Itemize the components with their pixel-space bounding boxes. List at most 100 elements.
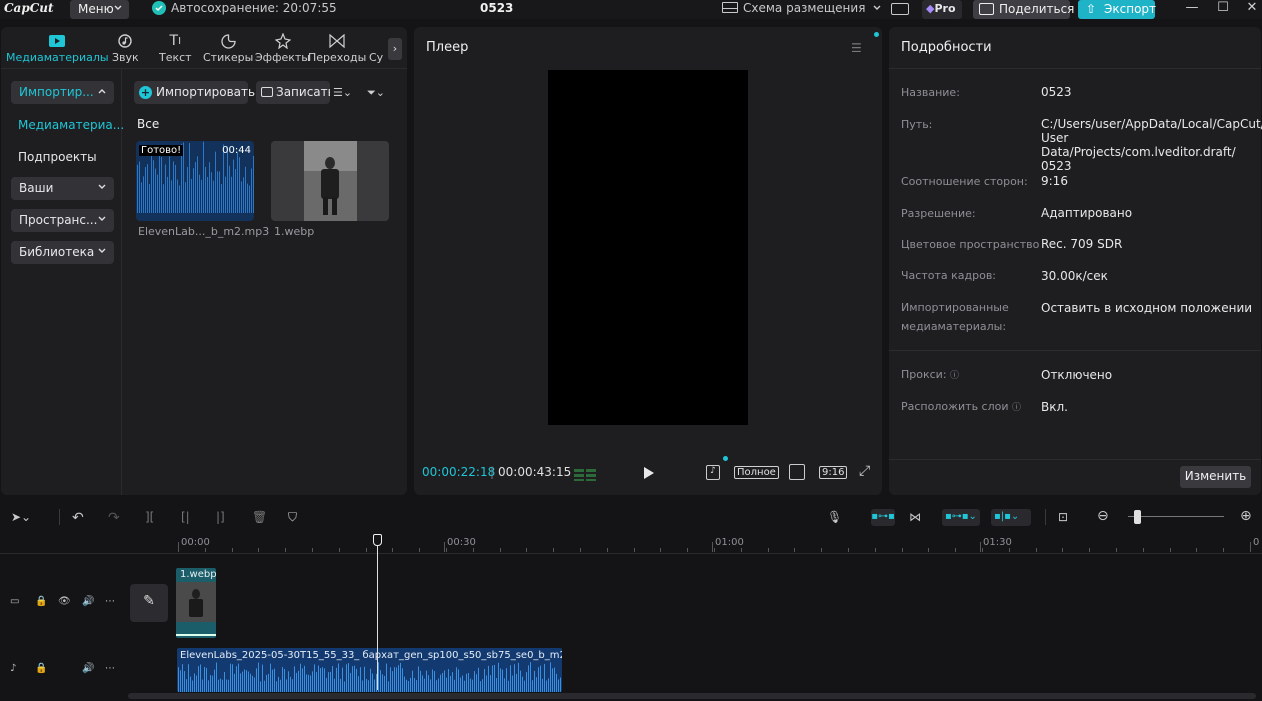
microphone-icon[interactable]: 🎙 bbox=[827, 510, 842, 524]
sidebar-group-label: Пространс... bbox=[19, 213, 98, 227]
share-button[interactable]: Поделиться bbox=[973, 0, 1074, 19]
sidebar-import-group[interactable]: Импортир... bbox=[11, 81, 114, 104]
info-icon[interactable]: ⓘ bbox=[1012, 403, 1021, 413]
tabs-scroll-right-button[interactable]: › bbox=[388, 38, 402, 60]
undo-icon[interactable]: ↶ bbox=[72, 510, 84, 526]
keyboard-icon[interactable] bbox=[891, 3, 909, 15]
sidebar-item-media[interactable]: Медиаматериа... bbox=[18, 118, 124, 132]
play-icon[interactable] bbox=[642, 466, 656, 480]
tab-transitions[interactable]: Переходы bbox=[308, 31, 366, 64]
minimize-icon[interactable]: — bbox=[1177, 0, 1207, 19]
trim-left-icon[interactable]: [| bbox=[181, 510, 190, 524]
link-clips-icon[interactable]: ▪⊶▪ bbox=[871, 509, 895, 526]
zoom-in-icon[interactable]: ⊕ bbox=[1240, 508, 1252, 524]
media-item-image[interactable] bbox=[271, 141, 389, 221]
trim-right-icon[interactable]: |] bbox=[216, 510, 225, 524]
import-button[interactable]: + Импортировать bbox=[134, 81, 255, 104]
playhead-handle[interactable] bbox=[373, 534, 382, 546]
sidebar-group-library[interactable]: Библиотека bbox=[11, 241, 114, 264]
more-icon[interactable]: ⋯ bbox=[105, 663, 115, 674]
lock-icon[interactable]: 🔒 bbox=[35, 663, 47, 674]
ruler-label: 00:30 bbox=[447, 537, 476, 548]
ruler-minor-tick bbox=[902, 548, 903, 552]
delete-icon[interactable]: 🗑 bbox=[252, 510, 267, 524]
preview-axis-icon[interactable]: ▪|▪⌄ bbox=[991, 509, 1031, 526]
clip-label: ElevenLabs_2025-05-30T15_55_33_ бархат_g… bbox=[180, 650, 562, 661]
export-button[interactable]: ⇧ Экспорт bbox=[1078, 0, 1156, 19]
eye-icon[interactable]: 👁 bbox=[58, 596, 71, 607]
audio-icon bbox=[112, 31, 139, 51]
tab-effects[interactable]: Эффекты bbox=[255, 31, 310, 64]
image-thumbnail bbox=[304, 141, 357, 221]
aspect-ratio-button[interactable]: 9:16 bbox=[819, 466, 848, 479]
record-label: Записать bbox=[276, 85, 330, 99]
playhead[interactable] bbox=[377, 534, 378, 690]
volume-icon[interactable]: 🔊 bbox=[82, 596, 94, 607]
tab-media[interactable]: Медиаматериалы bbox=[6, 31, 109, 64]
player-menu-icon[interactable]: ☰ bbox=[851, 41, 862, 55]
zoom-fit-icon[interactable]: ⊡ bbox=[1058, 510, 1068, 524]
ruler-minor-tick bbox=[875, 548, 876, 552]
timeline-ruler[interactable]: 00:00 00:30 01:00 01:30 0 bbox=[0, 534, 1262, 554]
tab-audio[interactable]: Звук bbox=[112, 31, 139, 64]
chevron-down-icon bbox=[98, 216, 106, 221]
fullscreen-icon[interactable]: ⤢ bbox=[859, 463, 870, 479]
lock-icon[interactable]: 🔒 bbox=[35, 596, 47, 607]
split-icon[interactable]: ][ bbox=[145, 510, 154, 524]
menu-button[interactable]: Меню bbox=[70, 0, 129, 19]
media-item-audio[interactable]: Готово! 00:44 bbox=[136, 141, 254, 221]
divider bbox=[889, 350, 1261, 351]
edit-cover-icon[interactable]: ✎ bbox=[130, 584, 168, 622]
video-preview[interactable] bbox=[548, 70, 748, 425]
audio-track-icon: ♪ bbox=[10, 663, 17, 674]
tab-text[interactable]: T I Текст bbox=[159, 31, 192, 64]
info-icon[interactable]: ⓘ bbox=[950, 371, 959, 381]
title-bar: CapCut Меню Автосохранение: 20:07:55 052… bbox=[0, 0, 1262, 19]
video-clip[interactable]: 1.webp bbox=[176, 568, 216, 638]
linkage-icon[interactable]: ▪⊶▪⌄ bbox=[942, 509, 980, 526]
quality-button[interactable]: Полное bbox=[734, 466, 779, 479]
text-icon: TI bbox=[169, 33, 182, 49]
more-icon[interactable]: ⋯ bbox=[105, 596, 115, 607]
close-icon[interactable]: ✕ bbox=[1237, 0, 1262, 19]
ruler-minor-tick bbox=[232, 548, 233, 552]
maximize-icon[interactable]: ☐ bbox=[1208, 0, 1238, 19]
sidebar-item-subprojects[interactable]: Подпроекты bbox=[18, 150, 97, 164]
tab-sticker[interactable]: Стикеры bbox=[203, 31, 253, 64]
player-panel: Плеер ☰ 00:00:22:18 | 00:00:43:15 ♪ Полн… bbox=[414, 27, 882, 495]
tab-label: Су bbox=[369, 51, 384, 64]
redo-icon[interactable]: ↷ bbox=[108, 510, 120, 526]
tab-subtitles[interactable]: Су bbox=[369, 31, 383, 64]
zoom-out-icon[interactable]: ⊖ bbox=[1097, 508, 1109, 524]
notification-dot bbox=[874, 32, 879, 37]
pro-button[interactable]: ◆Pro bbox=[922, 0, 962, 19]
ruler-minor-tick bbox=[1196, 548, 1197, 552]
ruler-minor-tick bbox=[312, 548, 313, 552]
chevron-down-icon bbox=[98, 248, 106, 253]
view-options-button[interactable]: ☰⌄ bbox=[333, 86, 352, 99]
focus-icon[interactable] bbox=[789, 464, 805, 480]
record-button[interactable]: Записать bbox=[256, 81, 330, 104]
zoom-slider[interactable] bbox=[1128, 516, 1224, 517]
volume-icon[interactable]: 🔊 bbox=[82, 663, 94, 674]
divider bbox=[1045, 509, 1046, 525]
sidebar-group-yours[interactable]: Ваши bbox=[11, 177, 114, 200]
ruler-label: 0 bbox=[1253, 537, 1260, 548]
sort-filter-button[interactable]: ⏷⌄ bbox=[367, 86, 385, 100]
ruler-minor-tick bbox=[1170, 548, 1171, 552]
layout-button[interactable]: Схема размещения bbox=[722, 1, 881, 15]
timeline-scrollbar[interactable] bbox=[128, 693, 1256, 699]
plus-icon: + bbox=[139, 86, 152, 99]
tiktok-icon[interactable]: ♪ bbox=[706, 465, 720, 480]
snap-icon[interactable]: ⋈ bbox=[909, 510, 921, 524]
edit-button[interactable]: Изменить bbox=[1180, 466, 1251, 488]
shield-icon[interactable]: ⛉ bbox=[288, 510, 297, 525]
divider bbox=[59, 509, 60, 525]
audio-clip[interactable]: ElevenLabs_2025-05-30T15_55_33_ бархат_g… bbox=[177, 648, 562, 692]
ruler-minor-tick bbox=[205, 548, 206, 552]
ruler-minor-tick bbox=[1143, 548, 1144, 552]
select-tool-icon[interactable]: ➤⌄ bbox=[11, 510, 31, 524]
sidebar-group-spaces[interactable]: Пространс... bbox=[11, 209, 114, 232]
detail-label: Импортированные медиаматериалы: bbox=[901, 298, 1009, 336]
zoom-slider-handle[interactable] bbox=[1134, 510, 1141, 524]
